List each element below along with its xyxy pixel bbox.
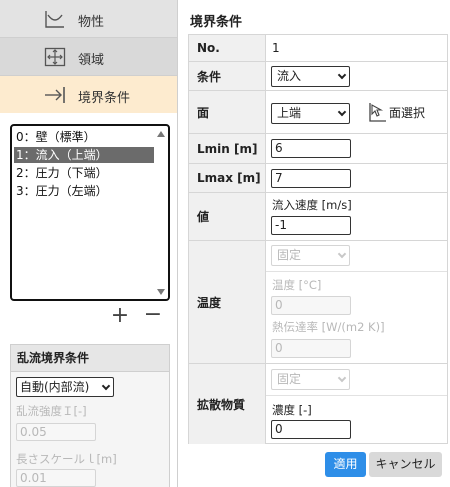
row-value: 値 流入速度 [m/s] -1 bbox=[189, 193, 447, 241]
row-temperature: 温度 固定 温度 [°C] 0 熱伝達率 [W/(m2 K)] 0 bbox=[189, 241, 447, 364]
graph-icon bbox=[45, 11, 64, 28]
row-diffusion: 拡散物質 固定 濃度 [-] 0 bbox=[189, 364, 447, 444]
condition-value: 流入 bbox=[277, 69, 302, 83]
face-label: 面 bbox=[189, 91, 266, 133]
temp-label: 温度 [°C] bbox=[272, 278, 322, 292]
list-item[interactable]: 0：壁（標準） bbox=[14, 129, 154, 145]
tab-properties[interactable]: 物性 bbox=[0, 0, 177, 38]
inflow-velocity-label: 流入速度 [m/s] bbox=[272, 198, 352, 212]
diffusion-mode-value: 固定 bbox=[277, 372, 302, 386]
face-select[interactable]: 上端 bbox=[271, 103, 350, 124]
inner-divider bbox=[266, 395, 447, 396]
move-arrows-icon bbox=[44, 47, 66, 67]
concentration-input[interactable]: 0 bbox=[271, 420, 351, 439]
lmax-label: Lmax [m] bbox=[189, 164, 266, 192]
face-pick-label: 面選択 bbox=[389, 105, 426, 120]
list-item-selected[interactable]: 1：流入（上端） bbox=[14, 147, 154, 163]
diffusion-mode-select[interactable]: 固定 bbox=[271, 369, 350, 390]
temperature-mode-value: 固定 bbox=[277, 248, 302, 262]
tab-properties-label: 物性 bbox=[78, 15, 105, 30]
no-value: 1 bbox=[272, 41, 280, 55]
cancel-button[interactable]: キャンセル bbox=[369, 452, 442, 477]
list-item[interactable]: 3：圧力（左端） bbox=[14, 183, 154, 199]
intensity-input[interactable]: 0.05 bbox=[16, 423, 96, 441]
row-face: 面 上端 面選択 bbox=[189, 91, 447, 134]
scroll-down-icon[interactable] bbox=[157, 289, 165, 295]
tab-domain[interactable]: 領域 bbox=[0, 38, 177, 76]
turbulence-title: 乱流境界条件 bbox=[11, 345, 169, 372]
turbulence-mode-value: 自動(内部流) bbox=[20, 380, 90, 394]
lmin-input[interactable]: 6 bbox=[271, 139, 351, 158]
row-condition: 条件 流入 bbox=[189, 62, 447, 91]
row-no: No. 1 bbox=[189, 35, 447, 62]
face-pick-button[interactable]: 面選択 bbox=[368, 100, 425, 124]
turbulence-section: 乱流境界条件 自動(内部流) 乱流強度Ｉ[-] 0.05 長さスケールｌ[m] … bbox=[10, 344, 170, 487]
left-panel: 物性 領域 境界条件 0：壁（標準） 1：流入（上端） 2：圧力（下端） 3：圧… bbox=[0, 0, 177, 487]
row-lmax: Lmax [m] 7 bbox=[189, 164, 447, 193]
row-lmin: Lmin [m] 6 bbox=[189, 134, 447, 164]
tab-boundary-label: 境界条件 bbox=[78, 91, 131, 106]
chevron-down-icon bbox=[337, 70, 347, 80]
chevron-down-icon bbox=[337, 373, 347, 383]
temperature-label: 温度 bbox=[189, 241, 266, 363]
listbox-scrollbar[interactable] bbox=[156, 129, 166, 297]
htc-input[interactable]: 0 bbox=[271, 339, 351, 358]
list-item[interactable]: 2：圧力（下端） bbox=[14, 165, 154, 181]
add-boundary-button[interactable]: + bbox=[110, 305, 130, 327]
condition-label: 条件 bbox=[189, 62, 266, 90]
chevron-down-icon bbox=[337, 107, 347, 117]
tab-boundary[interactable]: 境界条件 bbox=[0, 76, 177, 113]
htc-label: 熱伝達率 [W/(m2 K)] bbox=[272, 320, 385, 334]
boundary-listbox[interactable]: 0：壁（標準） 1：流入（上端） 2：圧力（下端） 3：圧力（左端） bbox=[10, 124, 170, 301]
no-label: No. bbox=[189, 35, 266, 61]
temperature-mode-select[interactable]: 固定 bbox=[271, 245, 350, 266]
concentration-label: 濃度 [-] bbox=[272, 403, 312, 417]
lmax-input[interactable]: 7 bbox=[271, 169, 351, 188]
panel-title: 境界条件 bbox=[190, 15, 243, 30]
boundary-panel: 境界条件 No. 1 条件 流入 面 上端 面選択 Lmin [m] 6 Lma… bbox=[178, 0, 450, 487]
inner-divider bbox=[266, 271, 447, 272]
pointer-select-icon bbox=[369, 103, 386, 122]
inflow-velocity-input[interactable]: -1 bbox=[271, 216, 351, 235]
condition-select[interactable]: 流入 bbox=[271, 66, 350, 87]
value-label: 値 bbox=[189, 193, 266, 240]
length-scale-label: 長さスケールｌ[m] bbox=[16, 452, 117, 466]
temp-input[interactable]: 0 bbox=[271, 296, 351, 315]
app-root: 物性 領域 境界条件 0：壁（標準） 1：流入（上端） 2：圧力（下端） 3：圧… bbox=[0, 0, 450, 487]
boundary-form: No. 1 条件 流入 面 上端 面選択 Lmin [m] 6 Lmax [m]… bbox=[188, 34, 448, 444]
diffusion-label: 拡散物質 bbox=[189, 364, 266, 444]
apply-button[interactable]: 適用 bbox=[325, 452, 366, 477]
length-scale-input[interactable]: 0.01 bbox=[16, 469, 96, 487]
tab-domain-label: 領域 bbox=[78, 53, 105, 68]
scroll-up-icon[interactable] bbox=[157, 131, 165, 137]
chevron-down-icon bbox=[101, 381, 111, 391]
turbulence-mode-select[interactable]: 自動(内部流) bbox=[16, 377, 114, 397]
face-value: 上端 bbox=[277, 106, 302, 120]
arrow-to-bar-icon bbox=[45, 87, 65, 103]
intensity-label: 乱流強度Ｉ[-] bbox=[16, 404, 87, 418]
lmin-label: Lmin [m] bbox=[189, 134, 266, 163]
chevron-down-icon bbox=[337, 249, 347, 259]
remove-boundary-button[interactable]: − bbox=[143, 304, 163, 327]
